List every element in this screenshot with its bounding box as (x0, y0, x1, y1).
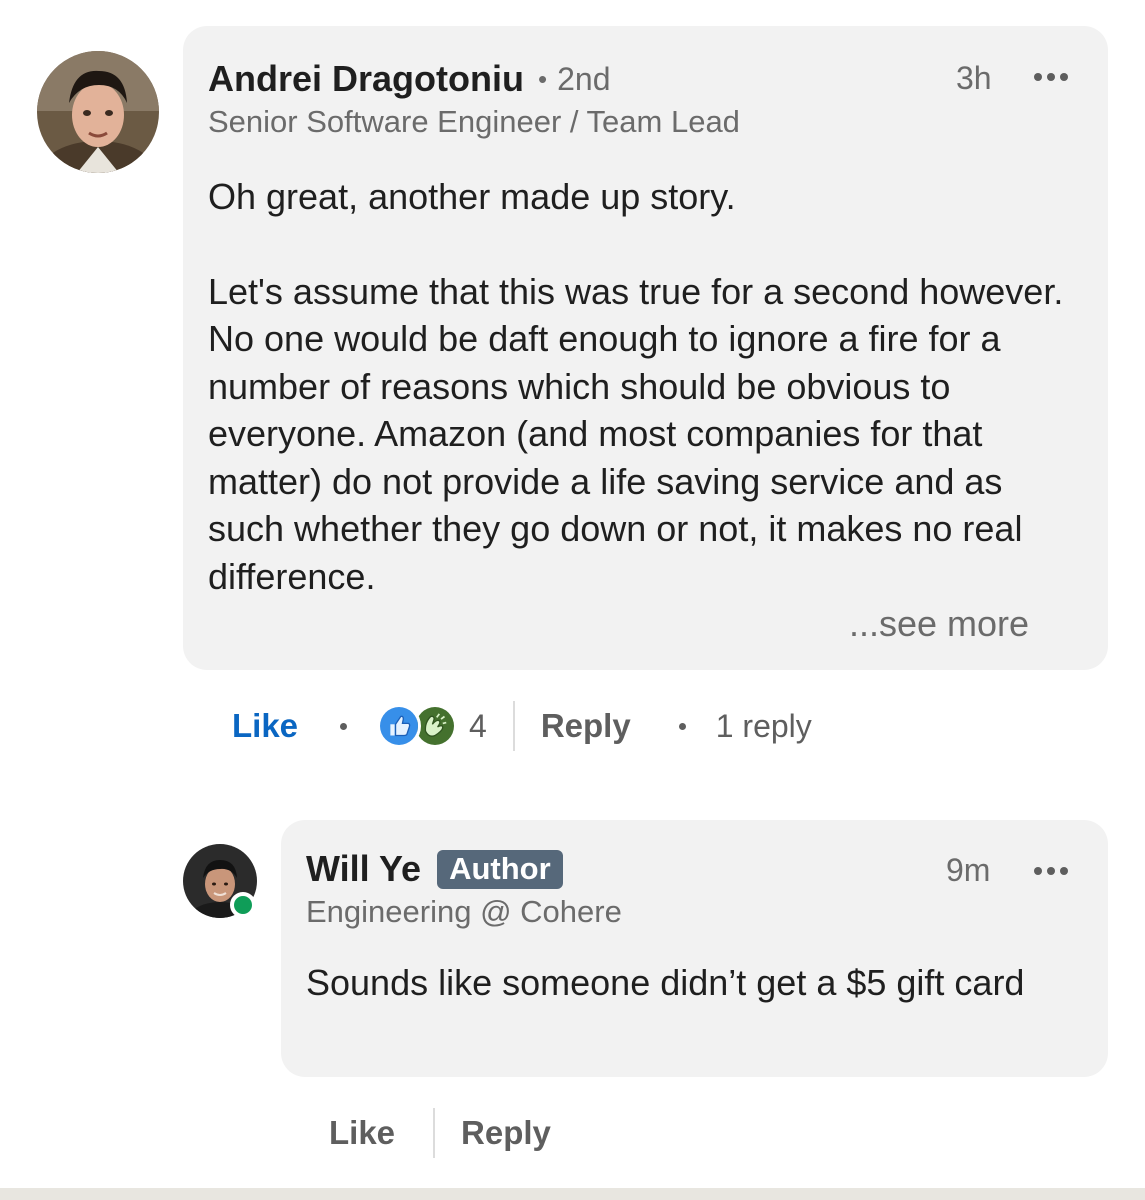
like-reaction-icon (377, 704, 422, 748)
reply-author-headline: Engineering @ Cohere (306, 894, 622, 929)
comment-paragraph: Let's assume that this was true for a se… (208, 270, 1064, 597)
bottom-divider (0, 1188, 1145, 1200)
reactions-summary[interactable]: 4 (377, 704, 487, 748)
divider (433, 1108, 436, 1158)
connection-degree: 2nd (557, 60, 611, 97)
commenter-headline: Senior Software Engineer / Team Lead (208, 104, 740, 139)
reply-timestamp: 9m (946, 852, 991, 888)
reaction-count: 4 (469, 707, 487, 744)
comment-actions: Like 4 Reply 1 reply (232, 700, 812, 752)
comment-thread: Andrei Dragotoniu • 2nd Senior Software … (0, 0, 1145, 1200)
more-options-icon[interactable] (1034, 73, 1068, 81)
avatar[interactable] (37, 51, 159, 173)
commenter-name[interactable]: Andrei Dragotoniu (208, 58, 524, 100)
separator-dot (678, 722, 686, 730)
separator-dot: • (537, 63, 548, 94)
author-badge: Author (437, 849, 563, 889)
reply-button[interactable]: Reply (461, 1114, 551, 1152)
comment-body: Oh great, another made up story. Let's a… (208, 173, 1068, 600)
reply-button[interactable]: Reply (541, 707, 631, 745)
more-options-icon[interactable] (1034, 867, 1068, 875)
comment-paragraph: Oh great, another made up story. (208, 176, 736, 217)
separator-dot (340, 722, 348, 730)
divider (512, 701, 515, 751)
online-status-indicator (230, 892, 256, 918)
reply-actions: Like Reply (329, 1107, 551, 1159)
comment-timestamp: 3h (956, 60, 992, 96)
reply-header: Will Ye Author (306, 846, 563, 892)
reply-author-name[interactable]: Will Ye (306, 848, 421, 890)
like-button[interactable]: Like (232, 707, 298, 745)
reply-count-link[interactable]: 1 reply (716, 708, 812, 745)
reply-body: Sounds like someone didn’t get a $5 gift… (306, 962, 1025, 1003)
see-more-link[interactable]: ...see more (849, 603, 1029, 645)
comment-header: Andrei Dragotoniu • 2nd (208, 56, 610, 102)
like-button[interactable]: Like (329, 1114, 395, 1152)
